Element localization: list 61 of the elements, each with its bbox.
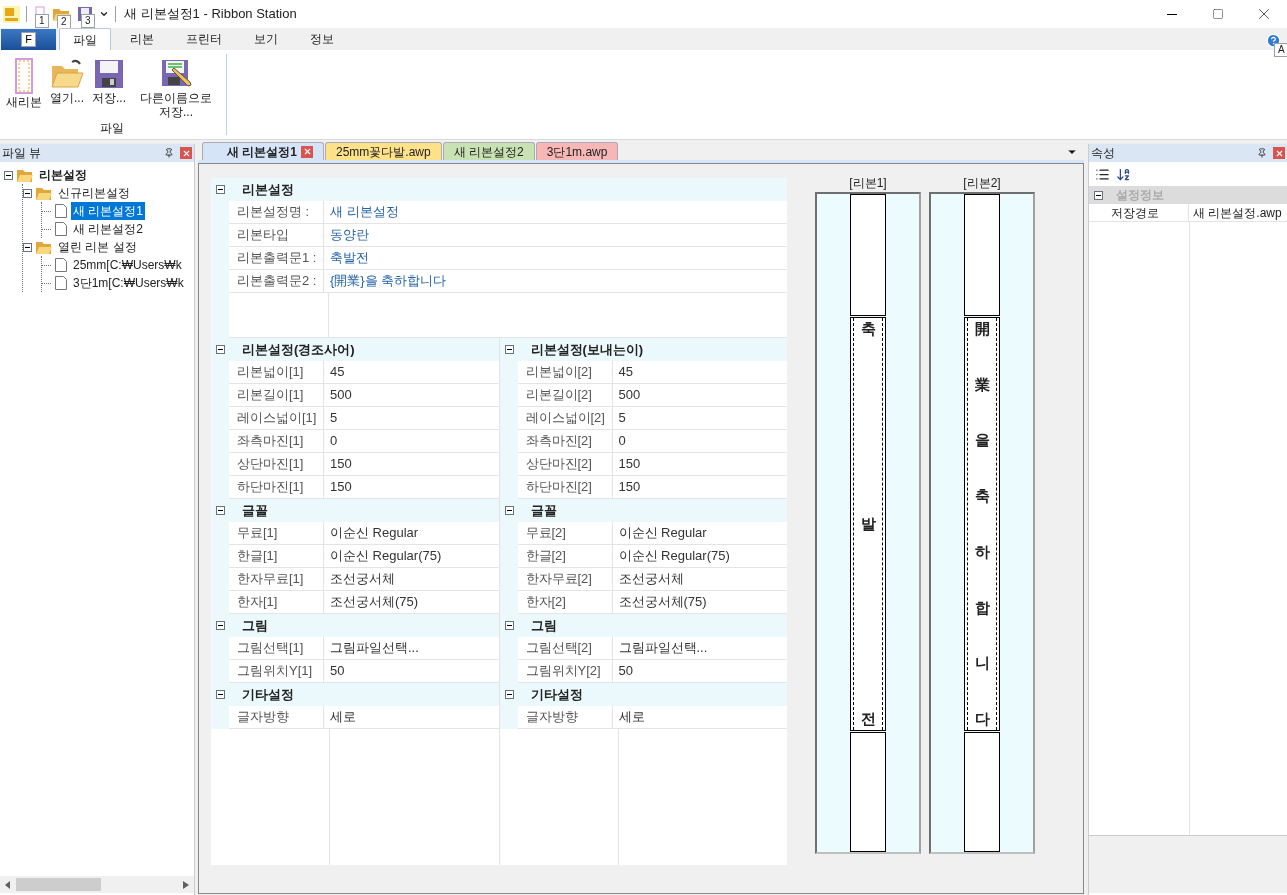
ribbon-character: 하 [974, 541, 990, 562]
property-label: 리본넓이[1] [229, 361, 324, 383]
property-label: 상단마진[1] [229, 453, 324, 475]
property-label: 무료[2] [517, 522, 613, 544]
ribbon-character: 축 [974, 486, 990, 507]
property-label: 리본길이[2] [517, 384, 613, 406]
property-label: 리본길이[1] [229, 384, 324, 406]
property-label: 무료[1] [229, 522, 324, 544]
ribbon-character: 발 [860, 514, 876, 534]
keytip-tooltip: A [1274, 43, 1287, 57]
property-label: 한글[2] [517, 545, 613, 567]
property-label: 그림선택[1] [229, 637, 324, 659]
property-label: 글자방향 [517, 706, 613, 728]
property-label: 한자[2] [517, 591, 613, 613]
property-label: 리본설정명 : [229, 201, 324, 223]
property-label: 리본출력문1 : [229, 247, 324, 269]
ribbon-character: 전 [860, 709, 876, 729]
section-title: 그림 [530, 616, 557, 635]
keytip-tooltip: 2 [57, 15, 71, 29]
section-title: 글꼴 [530, 501, 557, 520]
preview-label: [리본2] [963, 175, 1001, 192]
window-title: 새 리본설정1 - Ribbon Station [124, 5, 297, 24]
section-title: 그림 [242, 616, 268, 635]
property-label: 그림위치Y[2] [517, 660, 613, 682]
group-label: 파일 [99, 120, 125, 137]
ribbon-character: 다 [974, 708, 990, 729]
property-label: 한자무료[1] [229, 568, 324, 590]
property-label: 좌측마진[2] [517, 430, 613, 452]
ribbon-character: 축 [860, 319, 876, 339]
property-label: 레이스넓이[1] [229, 407, 324, 429]
property-label: 리본타입 [229, 224, 324, 246]
keytip-tooltip: 1 [35, 14, 49, 28]
ribbon-character: 니 [974, 653, 990, 674]
ribbon-character: 業 [974, 374, 990, 395]
property-label: 좌측마진[1] [229, 430, 324, 452]
ribbon-character: 을 [974, 430, 990, 451]
ribbon-character: 開 [974, 319, 990, 339]
property-label: 그림위치Y[1] [229, 660, 324, 682]
property-label: 한글[1] [229, 545, 324, 567]
property-label: 글자방향 [229, 706, 324, 728]
property-label: 그림선택[2] [517, 637, 613, 659]
property-label: 레이스넓이[2] [517, 407, 613, 429]
property-label: 하단마진[2] [517, 476, 613, 498]
preview-label: [리본1] [849, 175, 887, 192]
panel-title: 속성 [1091, 145, 1115, 162]
section-title: 리본설정(경조사어) [242, 340, 355, 359]
section-title: 리본설정 [242, 180, 294, 199]
property-label: 한자[1] [229, 591, 324, 613]
panel-title: 파일 뷰 [2, 145, 42, 162]
section-title: 리본설정(보내는이) [530, 340, 644, 359]
property-label: 상단마진[2] [517, 453, 613, 475]
section-title: 글꼴 [242, 501, 268, 520]
property-label: 리본넓이[2] [517, 361, 613, 383]
property-label: 한자무료[2] [517, 568, 613, 590]
property-label: 리본출력문2 : [229, 270, 324, 292]
ribbon-character: 합 [974, 597, 990, 618]
property-label: 하단마진[1] [229, 476, 324, 498]
property-label: 저장경로 [1107, 204, 1189, 221]
section-title: 기타설정 [242, 685, 294, 704]
keytip-tooltip: 3 [81, 14, 95, 28]
section-title: 기타설정 [530, 685, 583, 704]
